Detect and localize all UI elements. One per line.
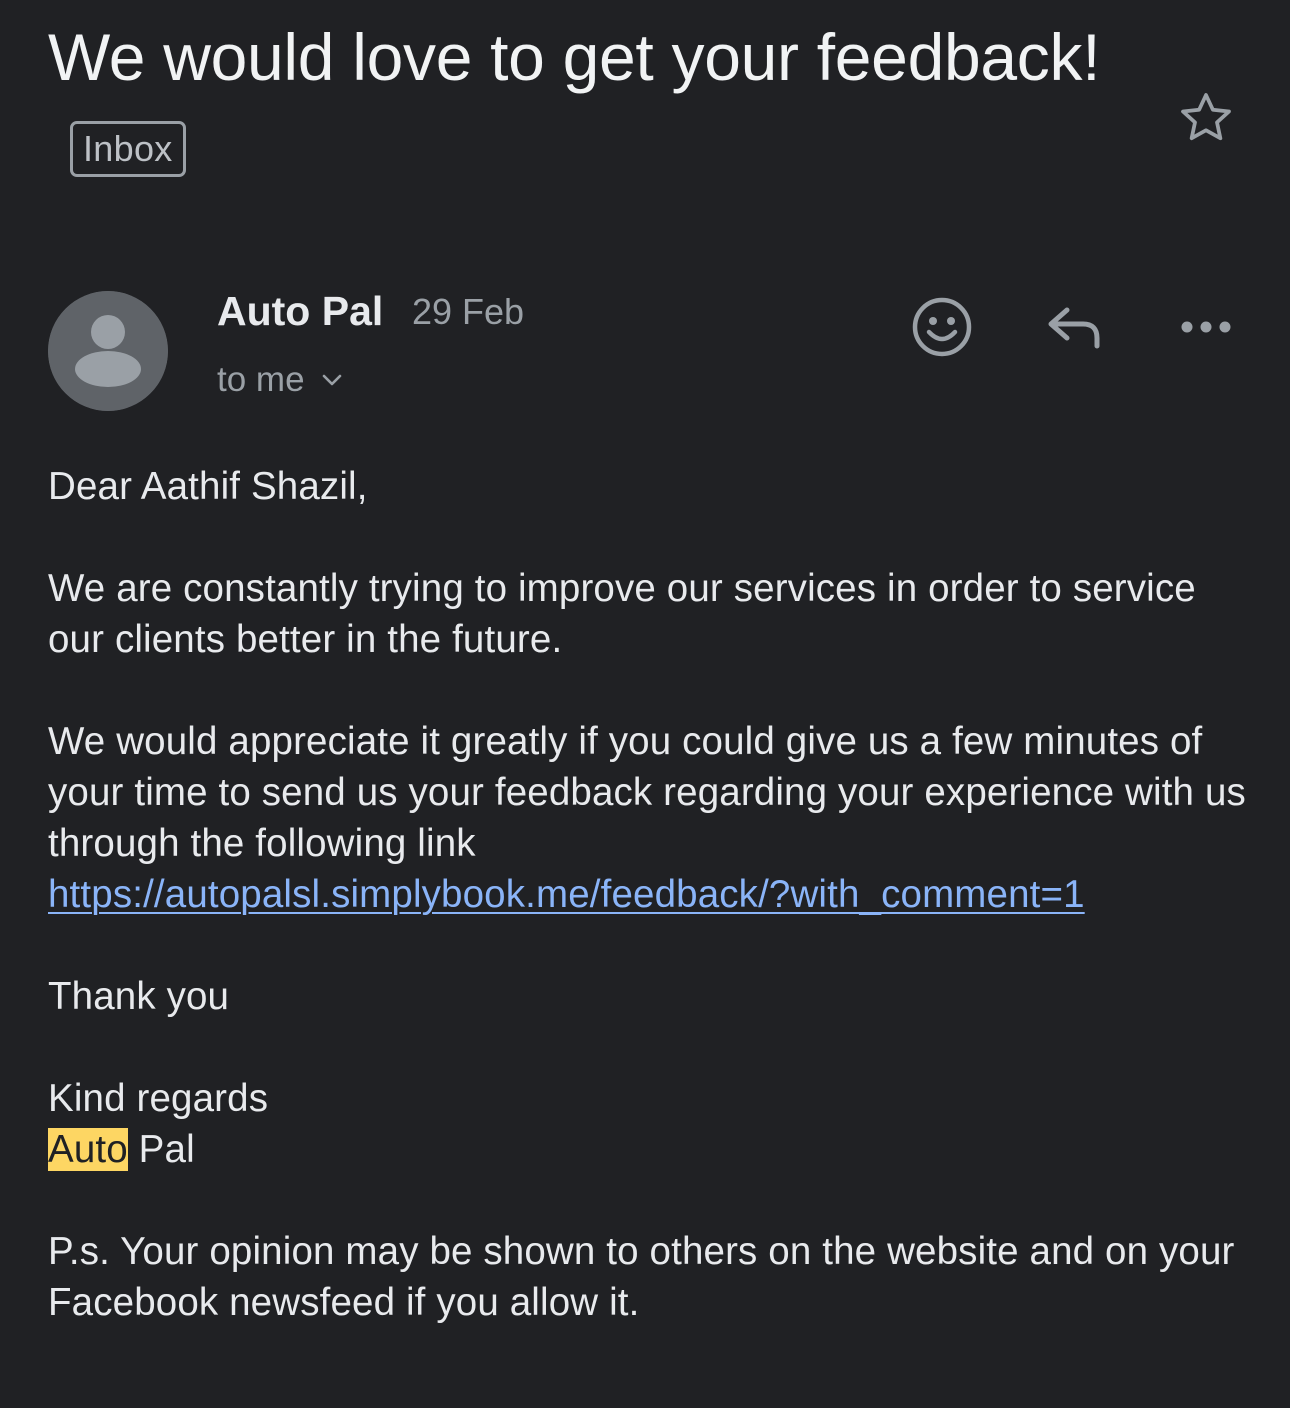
- subject-text: We would love to get your feedback!: [48, 20, 1101, 94]
- body-paragraph: We would appreciate it greatly if you co…: [48, 716, 1248, 920]
- default-person-avatar-icon: [48, 291, 168, 411]
- inbox-label-chip[interactable]: Inbox: [70, 120, 186, 177]
- reply-icon: [1048, 307, 1100, 349]
- recipient-details-toggle[interactable]: to me: [217, 356, 343, 404]
- body-paragraph: We are constantly trying to improve our …: [48, 567, 1196, 661]
- emoji-reaction-icon: [912, 297, 972, 357]
- postscript: P.s. Your opinion may be shown to others…: [48, 1230, 1235, 1324]
- sender-avatar[interactable]: [48, 291, 168, 411]
- star-outline-icon: [1181, 93, 1231, 141]
- star-button[interactable]: [1172, 84, 1240, 152]
- signature-text: Pal: [138, 1128, 195, 1171]
- highlighted-search-term: Auto: [48, 1128, 128, 1171]
- more-options-button[interactable]: [1171, 292, 1241, 362]
- reply-button[interactable]: [1039, 292, 1109, 362]
- add-reaction-button[interactable]: [907, 292, 977, 362]
- recipient-text: to me: [217, 360, 305, 399]
- message-date: 29 Feb: [412, 291, 525, 332]
- chevron-down-icon: [321, 373, 343, 387]
- signature-block: Kind regards Auto Pal: [48, 1073, 1248, 1175]
- closing-text: Kind regards: [48, 1077, 269, 1120]
- email-view: We would love to get your feedback! Inbox…: [0, 0, 1290, 1408]
- feedback-link[interactable]: https://autopalsl.simplybook.me/feedback…: [48, 873, 1085, 916]
- more-horizontal-icon: [1181, 321, 1231, 333]
- sender-name: Auto Pal: [217, 288, 384, 334]
- email-subject: We would love to get your feedback! Inbox: [48, 10, 1108, 198]
- greeting: Dear Aathif Shazil,: [48, 465, 368, 508]
- body-paragraph-text: We would appreciate it greatly if you co…: [48, 720, 1246, 865]
- thanks-text: Thank you: [48, 975, 230, 1018]
- email-body: Dear Aathif Shazil, We are constantly tr…: [48, 461, 1248, 1328]
